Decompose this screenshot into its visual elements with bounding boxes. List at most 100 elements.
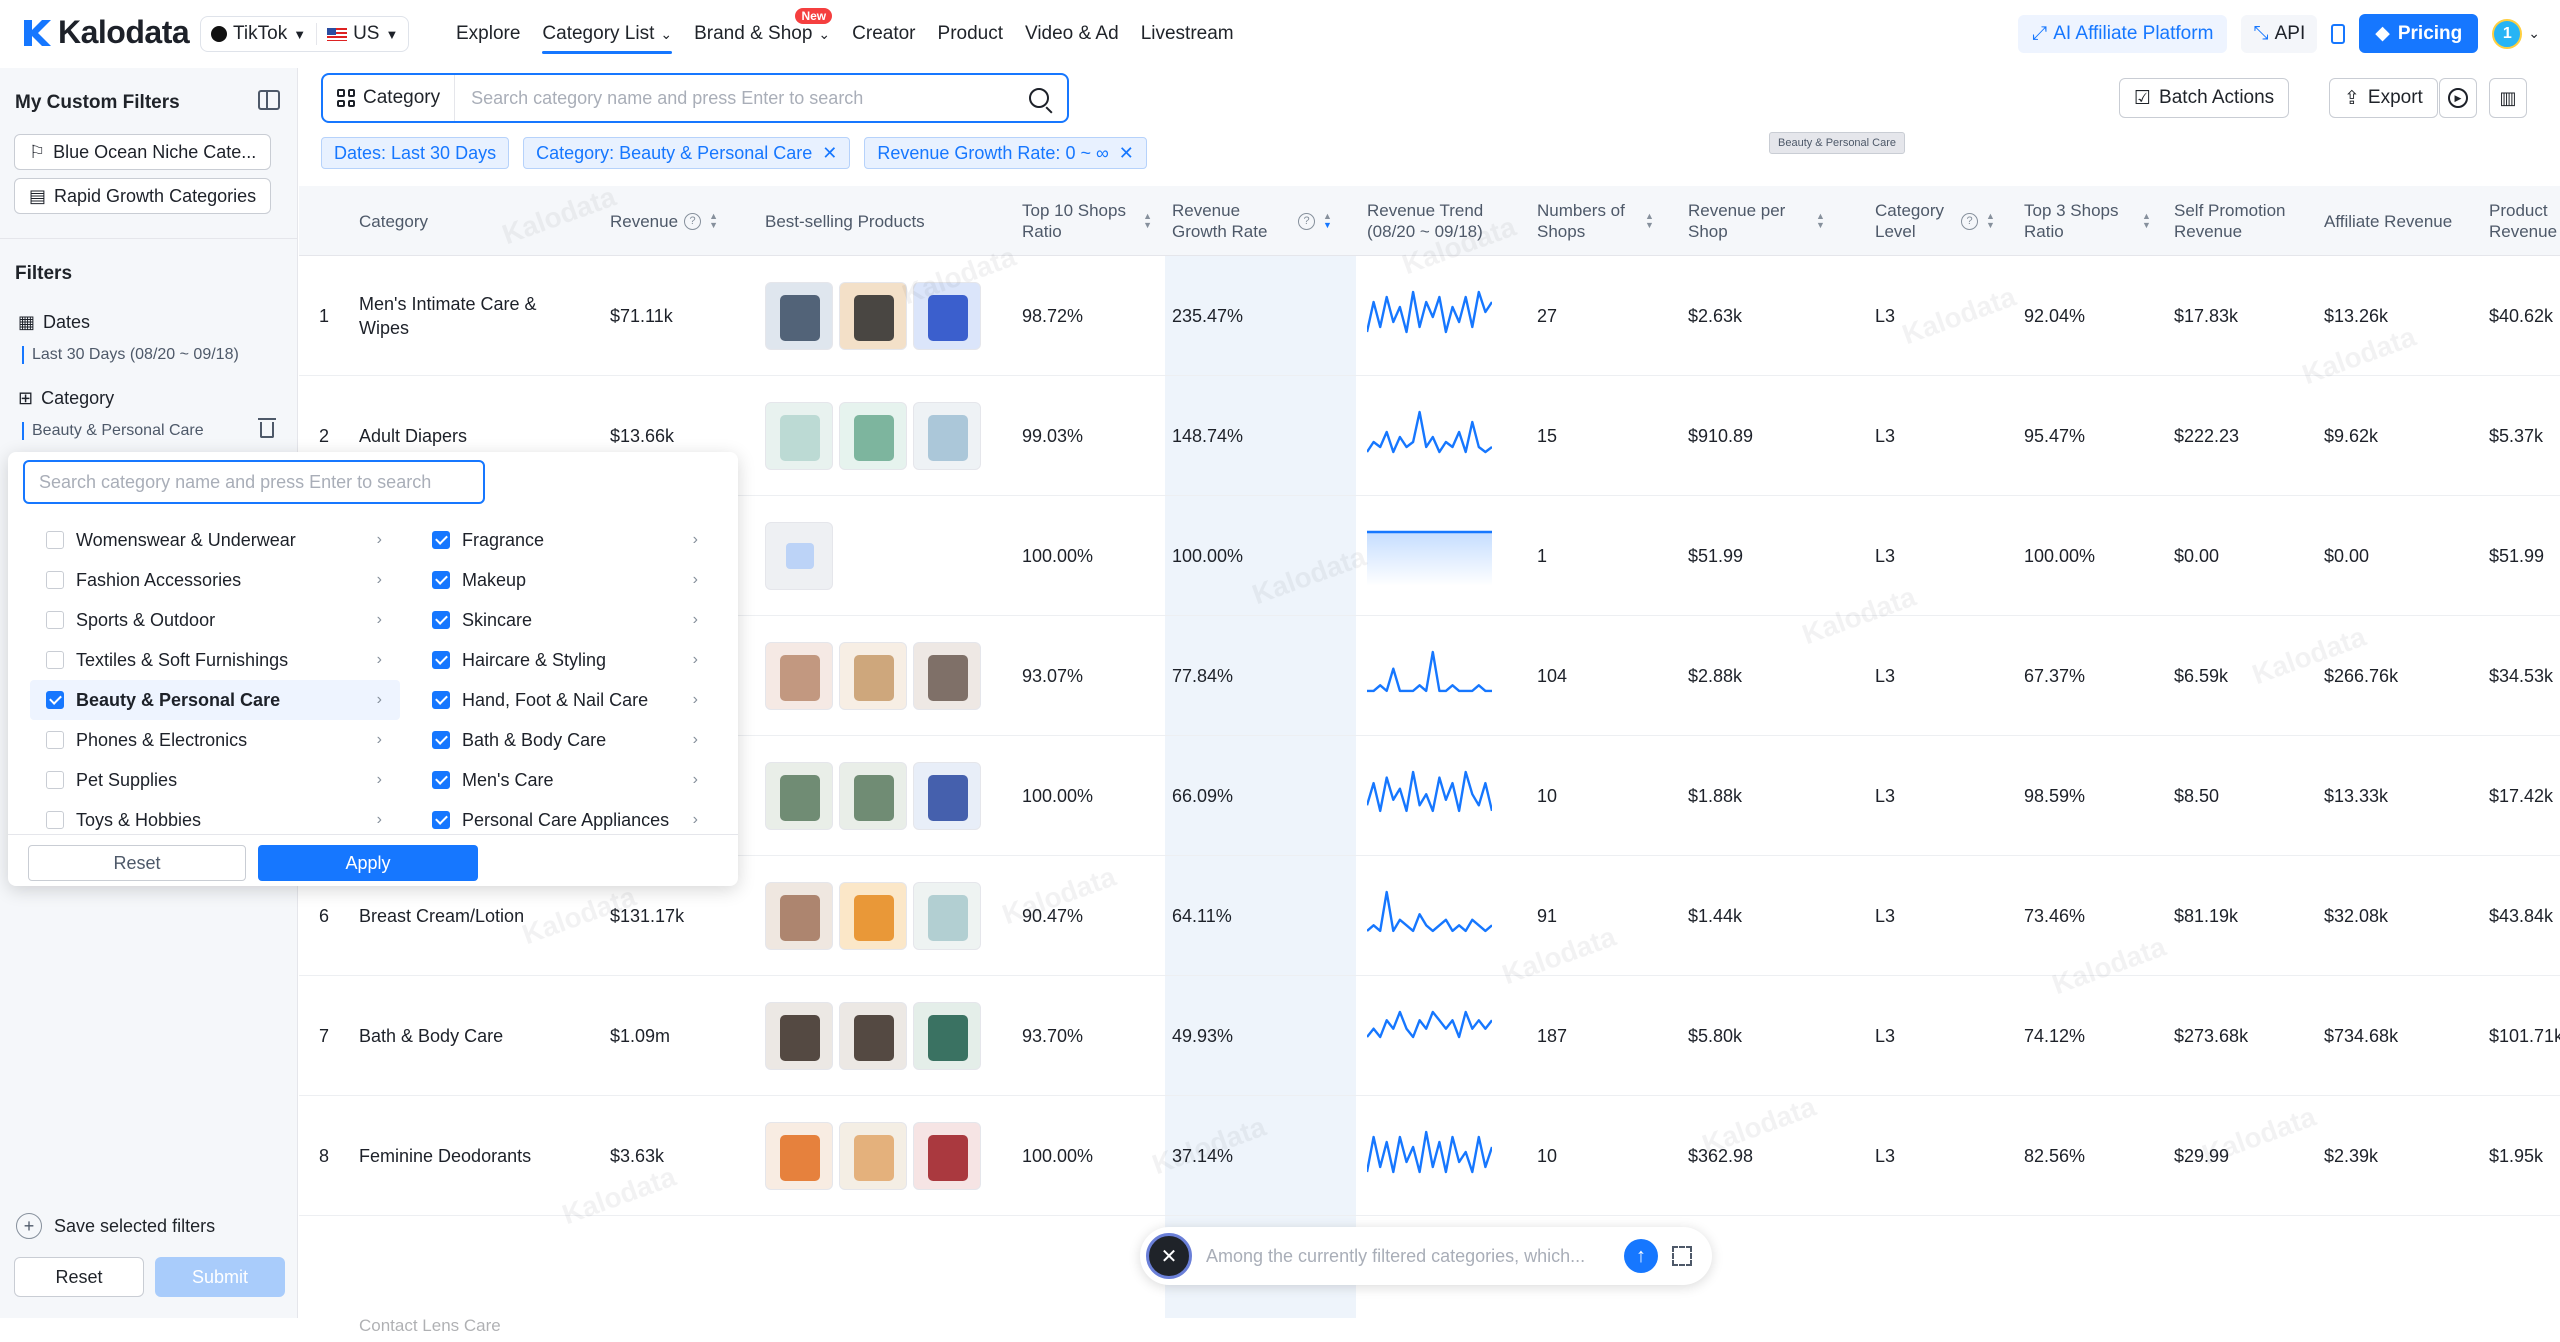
product-thumbnail[interactable] bbox=[839, 1122, 907, 1190]
chevron-right-icon[interactable]: › bbox=[377, 771, 382, 789]
dropdown-category-item[interactable]: Haircare & Styling › bbox=[416, 640, 716, 680]
chevron-right-icon[interactable]: › bbox=[377, 811, 382, 829]
col-shops[interactable]: Numbers of Shops ▲ ▼ bbox=[1537, 186, 1677, 256]
custom-filter-rapid-growth[interactable]: ▤ Rapid Growth Categories bbox=[14, 178, 272, 214]
product-thumbnail[interactable] bbox=[913, 882, 981, 950]
sort-icon[interactable]: ▲ ▼ bbox=[709, 212, 718, 230]
collapse-sidebar-icon[interactable] bbox=[258, 90, 280, 110]
checkbox-checked[interactable] bbox=[432, 691, 450, 709]
sort-icon[interactable]: ▲ ▼ bbox=[1645, 212, 1654, 230]
checkbox-unchecked[interactable] bbox=[46, 771, 64, 789]
close-icon[interactable]: ✕ bbox=[822, 143, 837, 164]
chevron-right-icon[interactable]: › bbox=[693, 571, 698, 589]
nav-category-list[interactable]: Category List ⌄ bbox=[542, 0, 672, 68]
region-select[interactable]: US ▼ bbox=[327, 23, 398, 45]
dropdown-category-item[interactable]: Womenswear & Underwear › bbox=[30, 520, 400, 560]
dropdown-category-item[interactable]: Beauty & Personal Care › bbox=[30, 680, 400, 720]
platform-select[interactable]: TikTok ▼ bbox=[211, 23, 306, 45]
category-name[interactable]: Feminine Deodorants bbox=[359, 1096, 559, 1216]
checkbox-unchecked[interactable] bbox=[46, 611, 64, 629]
avatar[interactable]: 1 bbox=[2492, 18, 2523, 49]
dropdown-category-item[interactable]: Fragrance › bbox=[416, 520, 716, 560]
product-thumbnail[interactable] bbox=[765, 1122, 833, 1190]
nav-creator[interactable]: Creator bbox=[852, 0, 915, 68]
mobile-icon[interactable] bbox=[2331, 23, 2346, 44]
product-thumbnail[interactable] bbox=[765, 282, 833, 350]
chevron-right-icon[interactable]: › bbox=[377, 651, 382, 669]
checkbox-unchecked[interactable] bbox=[46, 731, 64, 749]
dropdown-category-item[interactable]: Skincare › bbox=[416, 600, 716, 640]
dropdown-apply-button[interactable]: Apply bbox=[258, 845, 478, 881]
dropdown-category-item[interactable]: Pet Supplies › bbox=[30, 760, 400, 800]
dropdown-category-item[interactable]: Men's Care › bbox=[416, 760, 716, 800]
nav-video-ad[interactable]: Video & Ad bbox=[1025, 0, 1119, 68]
save-filters-button[interactable]: + Save selected filters bbox=[16, 1213, 215, 1239]
col-level[interactable]: Category Level? ▲ ▼ bbox=[1875, 186, 2025, 256]
product-thumbnail[interactable] bbox=[839, 402, 907, 470]
col-top3[interactable]: Top 3 Shops Ratio ▲ ▼ bbox=[2024, 186, 2164, 256]
checkbox-checked[interactable] bbox=[46, 691, 64, 709]
sort-icon[interactable]: ▲ ▼ bbox=[2142, 212, 2151, 230]
dropdown-reset-button[interactable]: Reset bbox=[28, 845, 246, 881]
help-icon[interactable]: ? bbox=[1298, 212, 1315, 230]
col-category[interactable]: Category bbox=[359, 186, 428, 256]
category-name[interactable]: Bath & Body Care bbox=[359, 976, 559, 1096]
send-icon[interactable]: ↑ bbox=[1624, 1239, 1658, 1273]
dates-value[interactable]: Last 30 Days (08/20 ~ 09/18) bbox=[22, 346, 239, 364]
column-settings-icon[interactable]: ▥ bbox=[2489, 78, 2527, 118]
trash-icon[interactable] bbox=[258, 418, 276, 438]
table-row[interactable]: 1 Men's Intimate Care & Wipes $71.11k 98.72… bbox=[299, 256, 2560, 376]
dropdown-category-item[interactable]: Makeup › bbox=[416, 560, 716, 600]
chevron-right-icon[interactable]: › bbox=[693, 531, 698, 549]
search-icon[interactable] bbox=[1029, 88, 1049, 108]
category-type-select[interactable]: Category bbox=[323, 75, 456, 121]
tag-category[interactable]: Category: Beauty & Personal Care ✕ bbox=[523, 137, 851, 169]
product-thumbnail[interactable] bbox=[913, 642, 981, 710]
dropdown-category-item[interactable]: Hand, Foot & Nail Care › bbox=[416, 680, 716, 720]
dropdown-category-item[interactable]: Bath & Body Care › bbox=[416, 720, 716, 760]
product-thumbnail[interactable] bbox=[913, 402, 981, 470]
sort-icon[interactable]: ▲ ▼ bbox=[1323, 212, 1332, 230]
dropdown-search-input[interactable]: Search category name and press Enter to … bbox=[23, 460, 485, 504]
dropdown-category-item[interactable]: Phones & Electronics › bbox=[30, 720, 400, 760]
expand-icon[interactable] bbox=[1672, 1246, 1692, 1266]
help-icon[interactable]: ? bbox=[1961, 212, 1978, 230]
custom-filter-blue-ocean[interactable]: ⚐ Blue Ocean Niche Cate... bbox=[14, 134, 272, 170]
ai-affiliate-button[interactable]: ⤢ AI Affiliate Platform bbox=[2018, 14, 2228, 53]
product-thumbnail[interactable] bbox=[839, 882, 907, 950]
product-thumbnail[interactable] bbox=[765, 1002, 833, 1070]
export-button[interactable]: ⇪ Export bbox=[2329, 78, 2438, 118]
close-icon[interactable]: ✕ bbox=[1119, 143, 1134, 164]
checkbox-checked[interactable] bbox=[432, 531, 450, 549]
checkbox-unchecked[interactable] bbox=[46, 571, 64, 589]
nav-explore[interactable]: Explore bbox=[456, 0, 520, 68]
product-thumbnail[interactable] bbox=[913, 762, 981, 830]
product-thumbnail[interactable] bbox=[839, 762, 907, 830]
checkbox-checked[interactable] bbox=[432, 771, 450, 789]
sort-icon[interactable]: ▲ ▼ bbox=[1986, 212, 1995, 230]
logo[interactable]: Kalodata bbox=[20, 14, 190, 51]
checkbox-checked[interactable] bbox=[432, 571, 450, 589]
dropdown-category-item[interactable]: Textiles & Soft Furnishings › bbox=[30, 640, 400, 680]
dropdown-category-item[interactable]: Fashion Accessories › bbox=[30, 560, 400, 600]
help-icon[interactable]: ? bbox=[684, 212, 702, 230]
nav-product[interactable]: Product bbox=[938, 0, 1003, 68]
checkbox-unchecked[interactable] bbox=[46, 531, 64, 549]
product-thumbnail[interactable] bbox=[913, 1002, 981, 1070]
checkbox-unchecked[interactable] bbox=[46, 811, 64, 829]
sidebar-reset-button[interactable]: Reset bbox=[14, 1257, 144, 1297]
api-button[interactable]: ⤡ API bbox=[2241, 14, 2318, 53]
checkbox-checked[interactable] bbox=[432, 651, 450, 669]
tag-growth-rate[interactable]: Revenue Growth Rate: 0 ~ ∞ ✕ bbox=[864, 137, 1147, 169]
table-row[interactable]: 8 Feminine Deodorants $3.63k 100.00% 37.14% 1… bbox=[299, 1096, 2560, 1216]
checkbox-unchecked[interactable] bbox=[46, 651, 64, 669]
chevron-right-icon[interactable]: › bbox=[693, 611, 698, 629]
product-thumbnail[interactable] bbox=[839, 282, 907, 350]
nav-brand-shop[interactable]: Brand & Shop ⌄ New bbox=[694, 0, 833, 68]
chevron-right-icon[interactable]: › bbox=[693, 731, 698, 749]
chevron-right-icon[interactable]: › bbox=[377, 611, 382, 629]
chevron-right-icon[interactable]: › bbox=[693, 691, 698, 709]
col-growth[interactable]: Revenue Growth Rate? ▲ ▼ bbox=[1172, 186, 1352, 256]
sort-icon[interactable]: ▲ ▼ bbox=[1816, 212, 1825, 230]
checkbox-checked[interactable] bbox=[432, 731, 450, 749]
